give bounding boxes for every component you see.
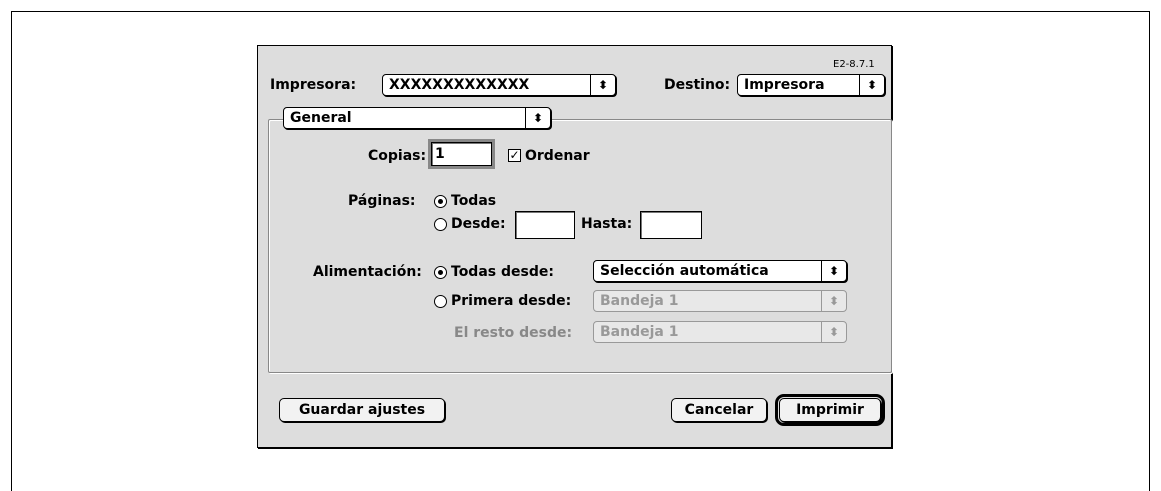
copies-label: Copias: [368, 148, 427, 164]
all-from-label: Todas desde: [451, 264, 554, 280]
all-from-radio[interactable] [434, 266, 447, 279]
pages-to-label: Hasta: [581, 216, 633, 232]
pages-from-field[interactable] [515, 211, 575, 239]
paper-source-label: Alimentación: [313, 264, 422, 280]
first-from-label: Primera desde: [451, 293, 572, 309]
printer-label: Impresora: [270, 77, 357, 93]
version-label: E2-8.7.1 [833, 59, 875, 70]
destination-popup[interactable]: Impresora ⬍ [737, 74, 885, 96]
copies-field[interactable]: 1 [428, 139, 495, 169]
rest-from-popup-arrows-icon: ⬍ [821, 322, 846, 342]
cancel-button[interactable]: Cancelar [671, 398, 767, 422]
all-from-popup-arrows-icon: ⬍ [821, 261, 846, 281]
pages-all-label: Todas [451, 193, 497, 209]
pages-from-label: Desde: [451, 216, 506, 232]
rest-from-label: El resto desde: [454, 325, 573, 341]
first-from-popup-arrows-icon: ⬍ [821, 291, 846, 311]
pages-from-radio[interactable] [434, 218, 447, 231]
panel-value: General [290, 110, 352, 126]
panel-popup-arrows-icon: ⬍ [525, 108, 550, 128]
rest-from-value: Bandeja 1 [600, 324, 679, 340]
rest-from-popup[interactable]: Bandeja 1 ⬍ [593, 321, 847, 343]
printer-popup-arrows-icon: ⬍ [590, 75, 615, 95]
destination-popup-arrows-icon: ⬍ [859, 75, 884, 95]
pages-to-field[interactable] [640, 211, 702, 239]
pages-all-radio[interactable] [434, 195, 447, 208]
first-from-popup[interactable]: Bandeja 1 ⬍ [593, 290, 847, 312]
first-from-radio[interactable] [434, 295, 447, 308]
destination-label: Destino: [664, 77, 731, 93]
first-from-value: Bandeja 1 [600, 293, 679, 309]
printer-value: XXXXXXXXXXXXX [389, 77, 530, 93]
print-button[interactable]: Imprimir [775, 394, 885, 426]
panel-popup[interactable]: General ⬍ [283, 107, 551, 129]
printer-popup[interactable]: XXXXXXXXXXXXX ⬍ [382, 74, 616, 96]
pages-label: Páginas: [348, 193, 416, 209]
all-from-popup[interactable]: Selección automática ⬍ [593, 260, 847, 282]
all-from-value: Selección automática [600, 263, 769, 279]
collate-label: Ordenar [525, 148, 590, 164]
destination-value: Impresora [744, 77, 825, 93]
save-settings-button[interactable]: Guardar ajustes [279, 398, 445, 422]
collate-checkbox[interactable]: ✓ [508, 149, 521, 162]
print-dialog: E2-8.7.1 Impresora: XXXXXXXXXXXXX ⬍ Dest… [257, 45, 892, 448]
